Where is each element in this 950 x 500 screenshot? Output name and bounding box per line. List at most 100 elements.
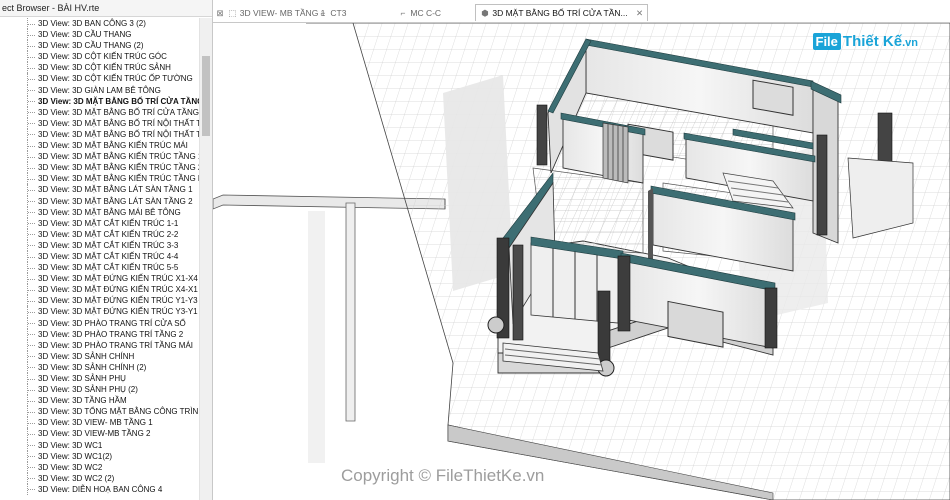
logo-tld: .vn bbox=[902, 37, 918, 49]
3d-view-icon: ⬚ bbox=[228, 8, 237, 18]
tree-item-label: 3D View: 3D MẶT CẮT KIẾN TRÚC 1-1 bbox=[38, 218, 179, 228]
tree-item[interactable]: 3D View: 3D MẶT CẮT KIẾN TRÚC 4-4 bbox=[0, 250, 200, 263]
tree-item-label: 3D View: 3D MẶT BẰNG KIẾN TRÚC TẦNG 2 bbox=[38, 163, 203, 173]
tree-item[interactable]: 3D View: 3D CẦU THANG (2) bbox=[0, 40, 200, 52]
watermark-logo: File Thiết Kế.vn bbox=[812, 33, 918, 51]
tab-mc-c-c[interactable]: ⌐ MC C-C bbox=[398, 5, 442, 21]
tree-item[interactable]: 3D View: 3D MẶT ĐỨNG KIẾN TRÚC X1-X4 bbox=[0, 273, 200, 285]
tree-item[interactable]: 3D View: 3D MẶT BẰNG KIẾN TRÚC TẦNG 2 bbox=[0, 162, 203, 174]
project-browser-title: ect Browser - BÀI HV.rte bbox=[0, 0, 212, 17]
3d-view-icon: ⬢ bbox=[481, 8, 489, 18]
tree-guide-line bbox=[27, 483, 36, 496]
tree-item[interactable]: 3D View: 3D MẶT ĐỨNG KIẾN TRÚC X4-X1 bbox=[0, 284, 200, 296]
tree-item[interactable]: 3D View: 3D SẢNH PHỤ bbox=[0, 373, 200, 385]
scrollbar-thumb[interactable] bbox=[202, 56, 210, 136]
tree-item[interactable]: 3D View: 3D TỔNG MẶT BẰNG CÔNG TRÌNH bbox=[0, 406, 204, 418]
tree-item[interactable]: 3D View: 3D MẶT BẰNG KIẾN TRÚC TẦNG 1 bbox=[0, 151, 202, 163]
tree-item[interactable]: 3D View: 3D PHÀO TRANG TRÍ CỬA SỔ bbox=[0, 317, 200, 329]
tree-item[interactable]: 3D View: 3D MẶT ĐỨNG KIẾN TRÚC Y3-Y1 bbox=[0, 306, 200, 318]
tree-guide-line bbox=[27, 317, 36, 329]
tree-item-label: 3D View: 3D PHÀO TRANG TRÍ TẦNG MÁI bbox=[38, 340, 193, 350]
tree-item[interactable]: 3D View: 3D CẦU THANG bbox=[0, 29, 200, 41]
tree-item[interactable]: 3D View: 3D MẶT BẰNG LÁT SÀN TẦNG 1 bbox=[0, 184, 200, 196]
tree-item[interactable]: 3D View: 3D MẶT BẰNG KIẾN TRÚC MÁI bbox=[0, 140, 200, 152]
tree-item-label: 3D View: 3D SẢNH CHÍNH (2) bbox=[38, 362, 147, 372]
shadow-strip bbox=[308, 211, 325, 463]
tree-item-label: 3D View: 3D MẶT BẰNG BỐ TRÍ NỘI THẤT TẦN… bbox=[38, 118, 213, 128]
tree-guide-line bbox=[27, 262, 36, 274]
tree-item-label: 3D View: 3D GIÀN LAM BÊ TÔNG bbox=[38, 85, 161, 95]
tree-item[interactable]: 3D View: 3D CỘT KIẾN TRÚC SẢNH bbox=[0, 62, 200, 74]
tree-guide-line bbox=[27, 472, 36, 484]
tree-guide-line bbox=[27, 417, 36, 429]
tree-item[interactable]: 3D View: 3D BAN CÔNG 3 (2) bbox=[0, 18, 200, 30]
tab-ct3[interactable]: ⌐ CT3 bbox=[318, 5, 347, 21]
logo-box: File bbox=[812, 33, 841, 51]
tree-item-label: 3D View: 3D MẶT ĐỨNG KIẾN TRÚC Y3-Y1 bbox=[38, 307, 198, 317]
close-icon[interactable]: ✕ bbox=[636, 8, 643, 18]
tree-item[interactable]: 3D View: 3D MẶT CẮT KIẾN TRÚC 3-3 bbox=[0, 239, 200, 251]
tree-item[interactable]: 3D View: 3D MẶT CẮT KIẾN TRÚC 1-1 bbox=[0, 217, 200, 229]
tree-item[interactable]: 3D View: 3D MẶT BẰNG LÁT SÀN TẦNG 2 bbox=[0, 195, 200, 207]
tree-guide-line bbox=[27, 395, 36, 407]
tree-item[interactable]: 3D View: 3D SẢNH PHỤ (2) bbox=[0, 384, 200, 396]
tree-item[interactable]: 3D View: 3D PHÀO TRANG TRÍ TẦNG 2 bbox=[0, 328, 200, 340]
tree-guide-line bbox=[27, 461, 36, 473]
tree-guide-line bbox=[27, 40, 36, 52]
section-icon: ⌐ bbox=[400, 8, 406, 18]
tree-item-label: 3D View: 3D VIEW-MB TẦNG 2 bbox=[38, 429, 151, 439]
tree-item[interactable]: 3D View: 3D VIEW-MB TẦNG 2 bbox=[0, 428, 200, 440]
tree-guide-line bbox=[27, 384, 36, 396]
tree-item[interactable]: 3D View: DIỄN HOẠ BAN CÔNG 4 bbox=[0, 483, 200, 496]
tree-guide-line bbox=[27, 195, 36, 207]
boundary-wall-side bbox=[345, 202, 356, 422]
tree-item[interactable]: 3D View: 3D PHÀO TRANG TRÍ TẦNG MÁI bbox=[0, 339, 200, 351]
tree-item[interactable]: 3D View: 3D WC1 bbox=[0, 439, 200, 451]
tree-item[interactable]: 3D View: 3D MẶT BẰNG KIẾN TRÚC TẦNG MÁI bbox=[0, 173, 212, 185]
tree-item[interactable]: 3D View: 3D WC2 (2) bbox=[0, 472, 200, 484]
tree-item-label: 3D View: 3D WC2 bbox=[38, 462, 103, 472]
tree-item[interactable]: 3D View: 3D MẶT ĐỨNG KIẾN TRÚC Y1-Y3 bbox=[0, 295, 200, 307]
3d-viewport[interactable]: File Thiết Kế.vn Copyright © FileThietKe.… bbox=[213, 23, 950, 500]
tree-guide-line bbox=[27, 250, 36, 263]
column-4 bbox=[764, 287, 778, 349]
tree-item[interactable]: 3D View: 3D MẶT BẰNG MÁI BÊ TÔNG bbox=[0, 206, 200, 218]
tree-item-label: 3D View: 3D VIEW- MB TẦNG 1 bbox=[38, 418, 153, 428]
tree-guide-line bbox=[27, 228, 36, 240]
tree-item[interactable]: 3D View: 3D MẶT CẮT KIẾN TRÚC 2-2 bbox=[0, 228, 200, 240]
tree-item[interactable]: 3D View: 3D VIEW- MB TẦNG 1 bbox=[0, 417, 200, 429]
tree-item[interactable]: 3D View: 3D MẶT BẰNG BỐ TRÍ CỬA TẦNG 2 bbox=[0, 106, 206, 118]
tree-item[interactable]: 3D View: 3D WC2 bbox=[0, 461, 200, 473]
tree-item-label: 3D View: 3D PHÀO TRANG TRÍ TẦNG 2 bbox=[38, 329, 184, 339]
tree-guide-line bbox=[27, 51, 36, 63]
tab-3d-view-mb-tang-1[interactable]: ⊠ ⬚ 3D VIEW- MB TẦNG 1 bbox=[215, 5, 325, 21]
copyright-watermark: Copyright © FileThietKe.vn bbox=[341, 466, 545, 485]
tree-item[interactable]: 3D View: 3D CỘT KIẾN TRÚC ỐP TƯỜNG bbox=[0, 73, 200, 85]
tree-item-label: 3D View: DIỄN HOẠ BAN CÔNG 4 bbox=[38, 484, 163, 494]
tree-item[interactable]: 3D View: 3D WC1(2) bbox=[0, 450, 200, 462]
tree-guide-line bbox=[27, 18, 36, 30]
tree-item[interactable]: 3D View: 3D MẶT CẮT KIẾN TRÚC 5-5 bbox=[0, 262, 200, 274]
tree-guide-line bbox=[27, 217, 36, 229]
tree-item[interactable]: 3D View: 3D MẶT BẰNG BỐ TRÍ NỘI THẤT TẦN… bbox=[0, 117, 212, 129]
tree-item-label: 3D View: 3D BAN CÔNG 3 (2) bbox=[38, 19, 146, 28]
tree-item[interactable]: 3D View: 3D MẶT BẰNG BỐ TRÍ NỘI THẤT TẦN… bbox=[0, 128, 212, 141]
tree-item-label: 3D View: 3D MẶT BẰNG BỐ TRÍ NỘI THẤT TẦN… bbox=[38, 129, 213, 139]
project-browser-scrollbar[interactable] bbox=[199, 18, 212, 500]
tree-item-label: 3D View: 3D MẶT BẰNG BỐ TRÍ CỬA TẦNG 1 bbox=[38, 96, 210, 106]
tree-item[interactable]: 3D View: 3D CỘT KIẾN TRÚC GÓC bbox=[0, 51, 200, 63]
tree-item-label: 3D View: 3D MẶT CẮT KIẾN TRÚC 4-4 bbox=[38, 251, 179, 261]
close-icon[interactable]: ⊠ bbox=[215, 5, 225, 21]
tree-item[interactable]: 3D View: 3D SẢNH CHÍNH (2) bbox=[0, 361, 200, 373]
tree-item-label: 3D View: 3D CỘT KIẾN TRÚC ỐP TƯỜNG bbox=[38, 74, 193, 84]
tree-item-label: 3D View: 3D MẶT ĐỨNG KIẾN TRÚC Y1-Y3 bbox=[38, 296, 198, 306]
tree-guide-line bbox=[27, 450, 36, 462]
tree-item[interactable]: 3D View: 3D TẦNG HẦM bbox=[0, 395, 200, 407]
tree-guide-line bbox=[27, 339, 36, 351]
tab-3d-mat-bang-bo-tri-cua[interactable]: ⬢ 3D MẶT BẰNG BỐ TRÍ CỬA TẦN... ✕ bbox=[475, 4, 649, 21]
tree-item[interactable]: 3D View: 3D MẶT BẰNG BỐ TRÍ CỬA TẦNG 1 bbox=[0, 95, 210, 107]
tree-guide-line bbox=[27, 295, 36, 307]
tree-item[interactable]: 3D View: 3D SẢNH CHÍNH bbox=[0, 350, 200, 362]
tree-guide-line bbox=[27, 84, 36, 96]
tree-item[interactable]: 3D View: 3D GIÀN LAM BÊ TÔNG bbox=[0, 84, 200, 96]
